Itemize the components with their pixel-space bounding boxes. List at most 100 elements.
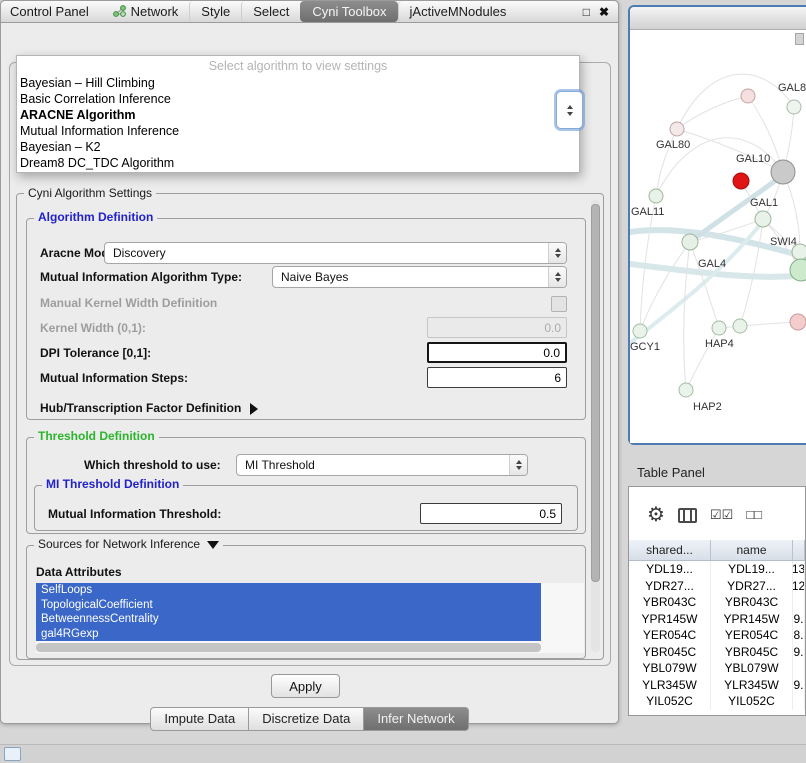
columns-icon[interactable] — [678, 508, 697, 523]
column-header-shared[interactable]: shared... — [629, 540, 711, 560]
panel-handle-icon[interactable] — [4, 747, 21, 761]
table-row[interactable]: YDL19...YDL19...13 — [629, 561, 805, 578]
table-row[interactable]: YPR145WYPR145W9. — [629, 611, 805, 628]
which-threshold-select[interactable]: MI Threshold — [236, 454, 528, 476]
network-window-titlebar[interactable] — [630, 7, 806, 30]
tab-jactivemnodules[interactable]: jActiveMNodules — [398, 1, 518, 22]
algorithm-combobox-stepper[interactable] — [556, 91, 583, 129]
aracne-mode-select[interactable]: Discovery — [104, 242, 567, 264]
network-edge — [677, 74, 794, 129]
network-node-gal10[interactable] — [771, 160, 795, 184]
deselect-all-icon[interactable]: □□ — [746, 504, 762, 526]
network-edge — [684, 242, 690, 390]
table-cell — [793, 660, 805, 677]
table-row[interactable]: YBL079WYBL079W — [629, 660, 805, 677]
list-item-betweennesscentrality[interactable]: BetweennessCentrality — [36, 612, 541, 627]
table-row[interactable]: YLR345WYLR345W9. — [629, 677, 805, 694]
manual-kernel-checkbox[interactable] — [551, 296, 567, 312]
node-label-gal10: GAL10 — [736, 153, 770, 165]
aracne-mode-value: Discovery — [113, 246, 166, 260]
table-row[interactable]: YDR27...YDR27...12 — [629, 578, 805, 595]
gear-icon[interactable]: ⚙ — [647, 504, 665, 526]
network-node-gal80[interactable] — [670, 122, 684, 136]
list-item-topologicalcoefficient[interactable]: TopologicalCoefficient — [36, 598, 541, 613]
manual-kernel-label: Manual Kernel Width Definition — [40, 292, 217, 314]
column-header-2[interactable] — [793, 540, 805, 560]
network-scrollbar-box[interactable] — [795, 33, 804, 45]
apply-button[interactable]: Apply — [271, 674, 340, 698]
data-attributes-list[interactable]: SelfLoopsTopologicalCoefficientBetweenne… — [36, 583, 584, 653]
algorithm-definition-title: Algorithm Definition — [34, 211, 157, 224]
hub-definition-expander[interactable]: Hub/Transcription Factor Definition — [40, 398, 258, 418]
network-node-hap4[interactable] — [712, 321, 726, 335]
network-node-hap2[interactable] — [679, 383, 693, 397]
dropdown-item-dream8-dc-tdc-algorithm[interactable]: Dream8 DC_TDC Algorithm — [17, 155, 579, 171]
sources-title-text: Sources for Network Inference — [38, 537, 200, 551]
node-label-gal80: GAL80 — [656, 139, 690, 151]
table-cell: YIL052C — [629, 693, 711, 710]
hub-definition-label: Hub/Transcription Factor Definition — [40, 401, 241, 415]
tab-cyni-toolbox[interactable]: Cyni Toolbox — [300, 1, 397, 22]
network-node-gal1[interactable] — [755, 211, 771, 227]
expand-right-icon — [250, 403, 258, 415]
table-row[interactable]: YER054CYER054C8. — [629, 627, 805, 644]
sources-group-title[interactable]: Sources for Network Inference — [34, 538, 223, 551]
table-row[interactable]: YIL052CYIL052C — [629, 693, 805, 710]
mi-steps-label: Mutual Information Steps: — [40, 367, 188, 389]
algorithm-dropdown-popup: Select algorithm to view settingsBayesia… — [16, 55, 580, 173]
column-header-name[interactable]: name — [711, 540, 793, 560]
table-cell: 12 — [793, 578, 805, 595]
mi-steps-input[interactable] — [427, 367, 567, 388]
dropdown-item-bayesian-hill-climbing[interactable]: Bayesian – Hill Climbing — [17, 75, 579, 91]
list-item-gal4rgexp[interactable]: gal4RGexp — [36, 627, 541, 642]
dropdown-item-mutual-information-inference[interactable]: Mutual Information Inference — [17, 123, 579, 139]
network-node[interactable] — [741, 89, 755, 103]
table-cell: 9. — [793, 677, 805, 694]
tab-network[interactable]: Network — [102, 1, 190, 22]
network-canvas[interactable]: GAL8GAL80GAL10GAL11GAL1SWI4GAL4GCY1HAP4H… — [630, 29, 806, 443]
table-row[interactable]: YBR043CYBR043C — [629, 594, 805, 611]
network-node[interactable] — [733, 173, 749, 189]
network-node[interactable] — [733, 319, 747, 333]
node-label-gal11: GAL11 — [631, 206, 664, 218]
network-node[interactable] — [790, 314, 806, 330]
table-cell: YLR345W — [629, 677, 711, 694]
tab-select[interactable]: Select — [241, 1, 300, 22]
select-all-icon[interactable]: ☑☑ — [710, 504, 733, 526]
network-node-gcy1[interactable] — [633, 324, 647, 338]
dropdown-item-bayesian-k2[interactable]: Bayesian – K2 — [17, 139, 579, 155]
tab-label: jActiveMNodules — [410, 4, 507, 19]
tab-label: Cyni Toolbox — [312, 4, 386, 19]
table-toolbar: ⚙ ☑☑ □□ — [629, 490, 805, 540]
which-threshold-label: Which threshold to use: — [84, 454, 221, 476]
table-cell: YDL19... — [711, 561, 793, 578]
dropdown-item-aracne-algorithm[interactable]: ARACNE Algorithm — [17, 107, 579, 123]
tab-impute-data[interactable]: Impute Data — [150, 707, 249, 731]
kernel-width-input[interactable] — [427, 317, 567, 338]
node-label-hap2: HAP2 — [693, 401, 722, 413]
horizontal-scrollbar-thumb[interactable] — [36, 643, 541, 652]
table-cell: YLR345W — [711, 677, 793, 694]
mi-algorithm-type-select[interactable]: Naive Bayes — [272, 266, 567, 288]
network-node-gal8[interactable] — [787, 100, 801, 114]
mi-threshold-input[interactable] — [420, 503, 562, 524]
dropdown-item-basic-correlation-inference[interactable]: Basic Correlation Inference — [17, 91, 579, 107]
dpi-tolerance-label: DPI Tolerance [0,1]: — [40, 342, 151, 364]
tab-infer-network[interactable]: Infer Network — [364, 707, 468, 731]
tab-style[interactable]: Style — [189, 1, 241, 22]
collapse-icon — [207, 541, 219, 549]
dpi-tolerance-input[interactable] — [427, 342, 567, 363]
mi-threshold-label: Mutual Information Threshold: — [48, 503, 221, 525]
settings-scrollbar-thumb[interactable] — [591, 204, 600, 582]
table-body[interactable]: YDL19...YDL19...13YDR27...YDR27...12YBR0… — [629, 561, 805, 715]
network-graph: GAL8GAL80GAL10GAL11GAL1SWI4GAL4GCY1HAP4H… — [630, 29, 806, 443]
network-edge — [719, 322, 798, 328]
list-item-selfloops[interactable]: SelfLoops — [36, 583, 541, 598]
network-node-gal4[interactable] — [682, 234, 698, 250]
table-row[interactable]: YBR045CYBR045C9. — [629, 644, 805, 661]
table-cell: YDR27... — [629, 578, 711, 595]
tab-discretize-data[interactable]: Discretize Data — [249, 707, 364, 731]
mi-threshold-definition-title: MI Threshold Definition — [42, 478, 183, 491]
stepper-down-icon — [567, 112, 573, 116]
network-node-gal11[interactable] — [649, 189, 663, 203]
